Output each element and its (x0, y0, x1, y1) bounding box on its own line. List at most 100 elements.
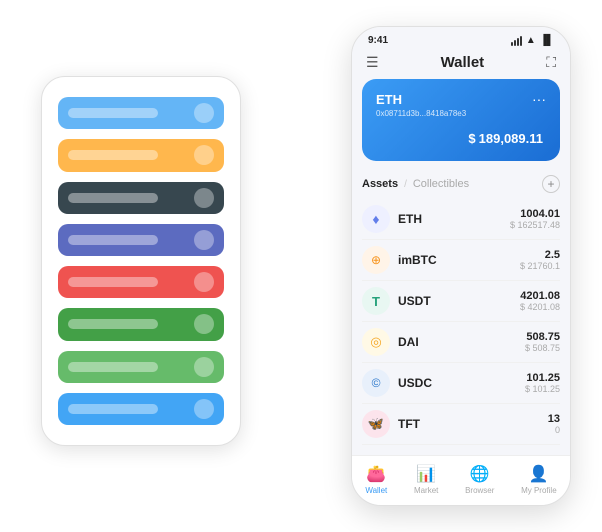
eth-name: ETH (398, 212, 510, 226)
tft-amount: 13 (548, 413, 560, 425)
eth-amount: 1004.01 (510, 208, 560, 220)
asset-list: ♦ ETH 1004.01 $ 162517.48 ⊕ imBTC 2.5 $ … (362, 199, 560, 455)
card-row-1[interactable] (58, 97, 224, 129)
browser-nav-icon: 🌐 (470, 464, 490, 484)
card-icon-6 (194, 314, 214, 334)
asset-item-imbtc[interactable]: ⊕ imBTC 2.5 $ 21760.1 (362, 240, 560, 281)
eth-card-amount-value: 189,089.11 (479, 131, 543, 146)
eth-card-more-icon[interactable]: ··· (532, 91, 546, 107)
profile-nav-label: My Profile (521, 486, 557, 495)
imbtc-usd: $ 21760.1 (520, 261, 560, 271)
imbtc-name: imBTC (398, 253, 520, 267)
card-label-5 (68, 277, 158, 287)
scene: 9:41 ▲ ▐▌ ☰ Wallet ⛶ ETH (21, 16, 581, 516)
page-title: Wallet (441, 54, 485, 71)
asset-item-usdc[interactable]: © USDC 101.25 $ 101.25 (362, 363, 560, 404)
dai-amounts: 508.75 $ 508.75 (525, 331, 560, 353)
usdc-name: USDC (398, 376, 525, 390)
dai-usd: $ 508.75 (525, 343, 560, 353)
signal-icon (511, 36, 522, 46)
card-label-3 (68, 193, 158, 203)
card-label-1 (68, 108, 158, 118)
nav-browser[interactable]: 🌐 Browser (465, 464, 494, 495)
card-icon-1 (194, 103, 214, 123)
wallet-nav-icon: 👛 (366, 464, 386, 484)
card-icon-8 (194, 399, 214, 419)
tab-assets[interactable]: Assets (362, 178, 398, 190)
battery-icon: ▐▌ (540, 35, 554, 46)
status-icons: ▲ ▐▌ (511, 35, 554, 46)
eth-card[interactable]: ETH ··· 0x08711d3b...8418a78e3 $189,089.… (362, 79, 560, 161)
usdt-amount: 4201.08 (520, 290, 560, 302)
eth-card-currency-symbol: $ (468, 131, 475, 146)
imbtc-amounts: 2.5 $ 21760.1 (520, 249, 560, 271)
signal-bar-2 (514, 40, 516, 46)
usdc-amount: 101.25 (525, 372, 560, 384)
imbtc-amount: 2.5 (520, 249, 560, 261)
card-row-5[interactable] (58, 266, 224, 298)
asset-item-tft[interactable]: 🦋 TFT 13 0 (362, 404, 560, 445)
card-icon-7 (194, 357, 214, 377)
eth-icon: ♦ (362, 205, 390, 233)
market-nav-icon: 📊 (416, 464, 436, 484)
tft-usd: 0 (548, 425, 560, 435)
card-icon-3 (194, 188, 214, 208)
menu-icon[interactable]: ☰ (366, 54, 379, 71)
market-nav-label: Market (414, 486, 438, 495)
back-phone (41, 76, 241, 446)
dai-icon: ◎ (362, 328, 390, 356)
assets-tabs: Assets / Collectibles (362, 178, 469, 190)
tft-name: TFT (398, 417, 548, 431)
nav-wallet[interactable]: 👛 Wallet (365, 464, 387, 495)
phone-content: ETH ··· 0x08711d3b...8418a78e3 $189,089.… (352, 79, 570, 455)
eth-card-amount: $189,089.11 (376, 126, 546, 149)
tab-divider: / (404, 179, 407, 190)
eth-card-address: 0x08711d3b...8418a78e3 (376, 109, 546, 118)
card-row-6[interactable] (58, 308, 224, 340)
card-row-4[interactable] (58, 224, 224, 256)
wallet-nav-label: Wallet (365, 486, 387, 495)
eth-card-title: ETH (376, 92, 402, 107)
tft-amounts: 13 0 (548, 413, 560, 435)
card-icon-4 (194, 230, 214, 250)
status-time: 9:41 (368, 35, 388, 46)
dai-name: DAI (398, 335, 525, 349)
nav-profile[interactable]: 👤 My Profile (521, 464, 557, 495)
nav-market[interactable]: 📊 Market (414, 464, 438, 495)
eth-amounts: 1004.01 $ 162517.48 (510, 208, 560, 230)
asset-item-dai[interactable]: ◎ DAI 508.75 $ 508.75 (362, 322, 560, 363)
dai-amount: 508.75 (525, 331, 560, 343)
usdc-amounts: 101.25 $ 101.25 (525, 372, 560, 394)
usdt-usd: $ 4201.08 (520, 302, 560, 312)
front-phone: 9:41 ▲ ▐▌ ☰ Wallet ⛶ ETH (351, 26, 571, 506)
add-asset-button[interactable]: + (542, 175, 560, 193)
card-row-2[interactable] (58, 139, 224, 171)
card-row-3[interactable] (58, 182, 224, 214)
card-row-7[interactable] (58, 351, 224, 383)
card-icon-5 (194, 272, 214, 292)
card-label-7 (68, 362, 158, 372)
phone-header: ☰ Wallet ⛶ (352, 50, 570, 79)
card-label-6 (68, 319, 158, 329)
signal-bar-1 (511, 42, 513, 46)
usdt-amounts: 4201.08 $ 4201.08 (520, 290, 560, 312)
signal-bar-4 (520, 36, 522, 46)
tft-icon: 🦋 (362, 410, 390, 438)
card-icon-2 (194, 145, 214, 165)
tab-collectibles[interactable]: Collectibles (413, 178, 469, 190)
wifi-icon: ▲ (526, 35, 536, 46)
signal-bar-3 (517, 38, 519, 46)
usdc-usd: $ 101.25 (525, 384, 560, 394)
asset-item-usdt[interactable]: T USDT 4201.08 $ 4201.08 (362, 281, 560, 322)
expand-icon[interactable]: ⛶ (546, 54, 556, 71)
usdc-icon: © (362, 369, 390, 397)
profile-nav-icon: 👤 (529, 464, 549, 484)
eth-usd: $ 162517.48 (510, 220, 560, 230)
asset-item-eth[interactable]: ♦ ETH 1004.01 $ 162517.48 (362, 199, 560, 240)
card-label-2 (68, 150, 158, 160)
card-row-8[interactable] (58, 393, 224, 425)
browser-nav-label: Browser (465, 486, 494, 495)
eth-card-top: ETH ··· (376, 91, 546, 107)
bottom-nav: 👛 Wallet 📊 Market 🌐 Browser 👤 My Profile (352, 455, 570, 505)
usdt-name: USDT (398, 294, 520, 308)
